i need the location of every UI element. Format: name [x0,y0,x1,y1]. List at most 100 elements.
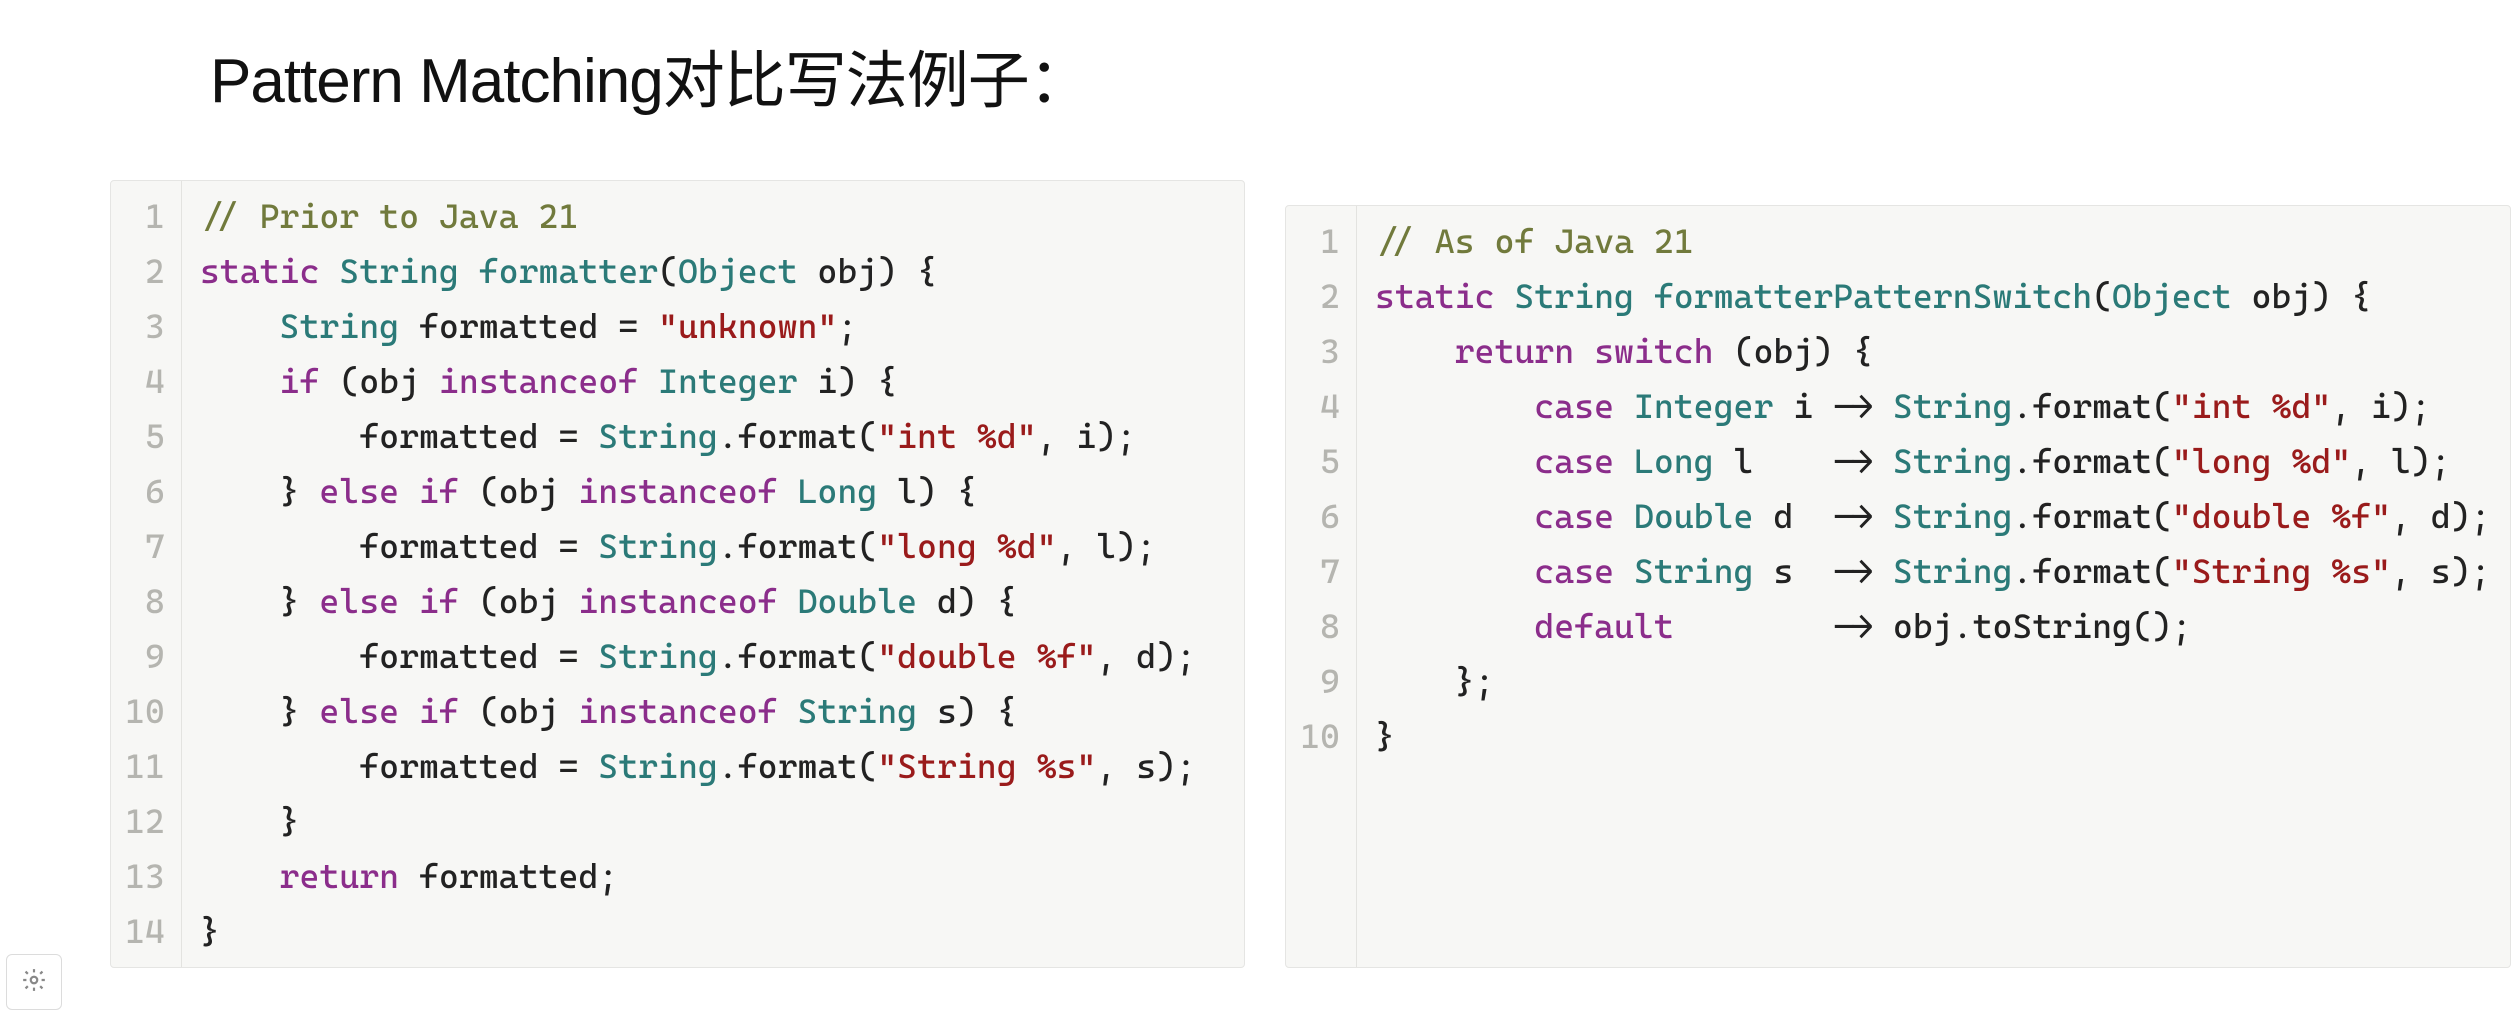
line-number: 2 [125,244,165,299]
token-punct: ; [837,306,857,346]
token-punct [1375,551,1534,591]
line-number: 4 [1300,379,1340,434]
line-gutter-right: 12345678910 [1286,206,1357,967]
line-gutter-left: 1234567891011121314 [111,181,182,967]
token-type: Integer [1634,386,1793,426]
token-keyword: switch [1594,331,1733,371]
token-ident: , s); [2391,551,2491,591]
token-ident: (obj [479,471,579,511]
line-number: 6 [125,464,165,519]
gear-icon [21,967,47,998]
token-func: formatterPatternSwitch [1654,276,2092,316]
code-line: }; [1375,654,2510,709]
line-number: 10 [1300,709,1340,764]
line-number: 3 [1300,324,1340,379]
token-keyword: else if [319,691,478,731]
line-number: 3 [125,299,165,354]
token-punct: } [200,911,220,951]
token-keyword: instanceof [578,691,797,731]
token-keyword: instanceof [578,581,797,621]
token-keyword: instanceof [439,361,658,401]
token-type: String [598,636,718,676]
token-type: String [798,691,937,731]
code-line: case Double d -> String.format("double %… [1375,489,2510,544]
token-keyword: return [1455,331,1594,371]
token-op: = [558,526,598,566]
token-ident: .format( [2012,441,2171,481]
token-ident: formatted [200,636,559,676]
token-ident: -> obj.toString(); [1674,606,2192,646]
token-type: String [1634,551,1773,591]
token-ident: .format( [718,746,877,786]
line-number: 11 [125,739,165,794]
token-string: "int %d" [2172,386,2331,426]
settings-button[interactable] [6,954,62,1010]
token-type: String [1893,441,2013,481]
token-string: "long %d" [2172,441,2351,481]
code-panels: 1234567891011121314 // Prior to Java 21s… [110,180,2511,968]
token-string: "double %f" [2172,496,2391,536]
token-punct: } [200,471,320,511]
token-keyword: else if [319,581,478,621]
line-number: 9 [1300,654,1340,709]
token-ident: (obj [479,581,579,621]
token-ident: (obj [479,691,579,731]
token-comment: // As of Java 21 [1375,221,1694,261]
token-type: Object [678,251,817,291]
token-op: = [558,746,598,786]
code-line: // As of Java 21 [1375,214,2510,269]
token-ident: formatted [200,746,559,786]
token-punct: } [200,691,320,731]
line-number: 4 [125,354,165,409]
line-number: 8 [1300,599,1340,654]
code-line: formatted = String.format("int %d", i); [200,409,1244,464]
token-type: String [598,416,718,456]
token-keyword: if [280,361,340,401]
code-line: case Integer i -> String.format("int %d"… [1375,379,2510,434]
token-ident: formatted [200,526,559,566]
token-string: "String %s" [877,746,1096,786]
token-keyword: static [1375,276,1514,316]
code-line: return formatted; [200,849,1244,904]
token-op: = [558,636,598,676]
token-type: Long [1634,441,1734,481]
token-type: String [1893,496,2013,536]
token-string: "long %d" [877,526,1056,566]
token-keyword: case [1534,386,1634,426]
token-punct [1375,606,1534,646]
token-ident: .format( [2012,496,2171,536]
code-line: if (obj instanceof Integer i) { [200,354,1244,409]
token-type: Double [1634,496,1773,536]
code-line: static String formatter(Object obj) { [200,244,1244,299]
code-body-left: // Prior to Java 21static String formatt… [182,181,1244,967]
line-number: 6 [1300,489,1340,544]
code-line: case Long l -> String.format("long %d", … [1375,434,2510,489]
token-type: String [598,526,718,566]
line-number: 14 [125,904,165,959]
token-ident: , d); [2391,496,2491,536]
token-punct: ( [2092,276,2112,316]
token-string: "double %f" [877,636,1096,676]
token-type: String [280,306,419,346]
token-ident: , s); [1096,746,1196,786]
token-ident: obj [2251,276,2311,316]
token-keyword: static [200,251,339,291]
token-punct [200,306,280,346]
code-line: // Prior to Java 21 [200,189,1244,244]
token-type: String [339,251,478,291]
token-keyword: case [1534,496,1634,536]
token-ident: formatted; [419,856,618,896]
token-keyword: case [1534,551,1634,591]
token-type: String [1893,386,2013,426]
token-ident: d -> [1773,496,1893,536]
token-ident: (obj [339,361,439,401]
token-punct [1375,496,1534,536]
code-line: static String formatterPatternSwitch(Obj… [1375,269,2510,324]
token-type: Integer [658,361,817,401]
token-keyword: else if [319,471,478,511]
line-number: 1 [1300,214,1340,269]
token-punct [200,361,280,401]
token-func: formatter [479,251,658,291]
token-ident: obj [817,251,877,291]
code-line: } [1375,709,2510,764]
